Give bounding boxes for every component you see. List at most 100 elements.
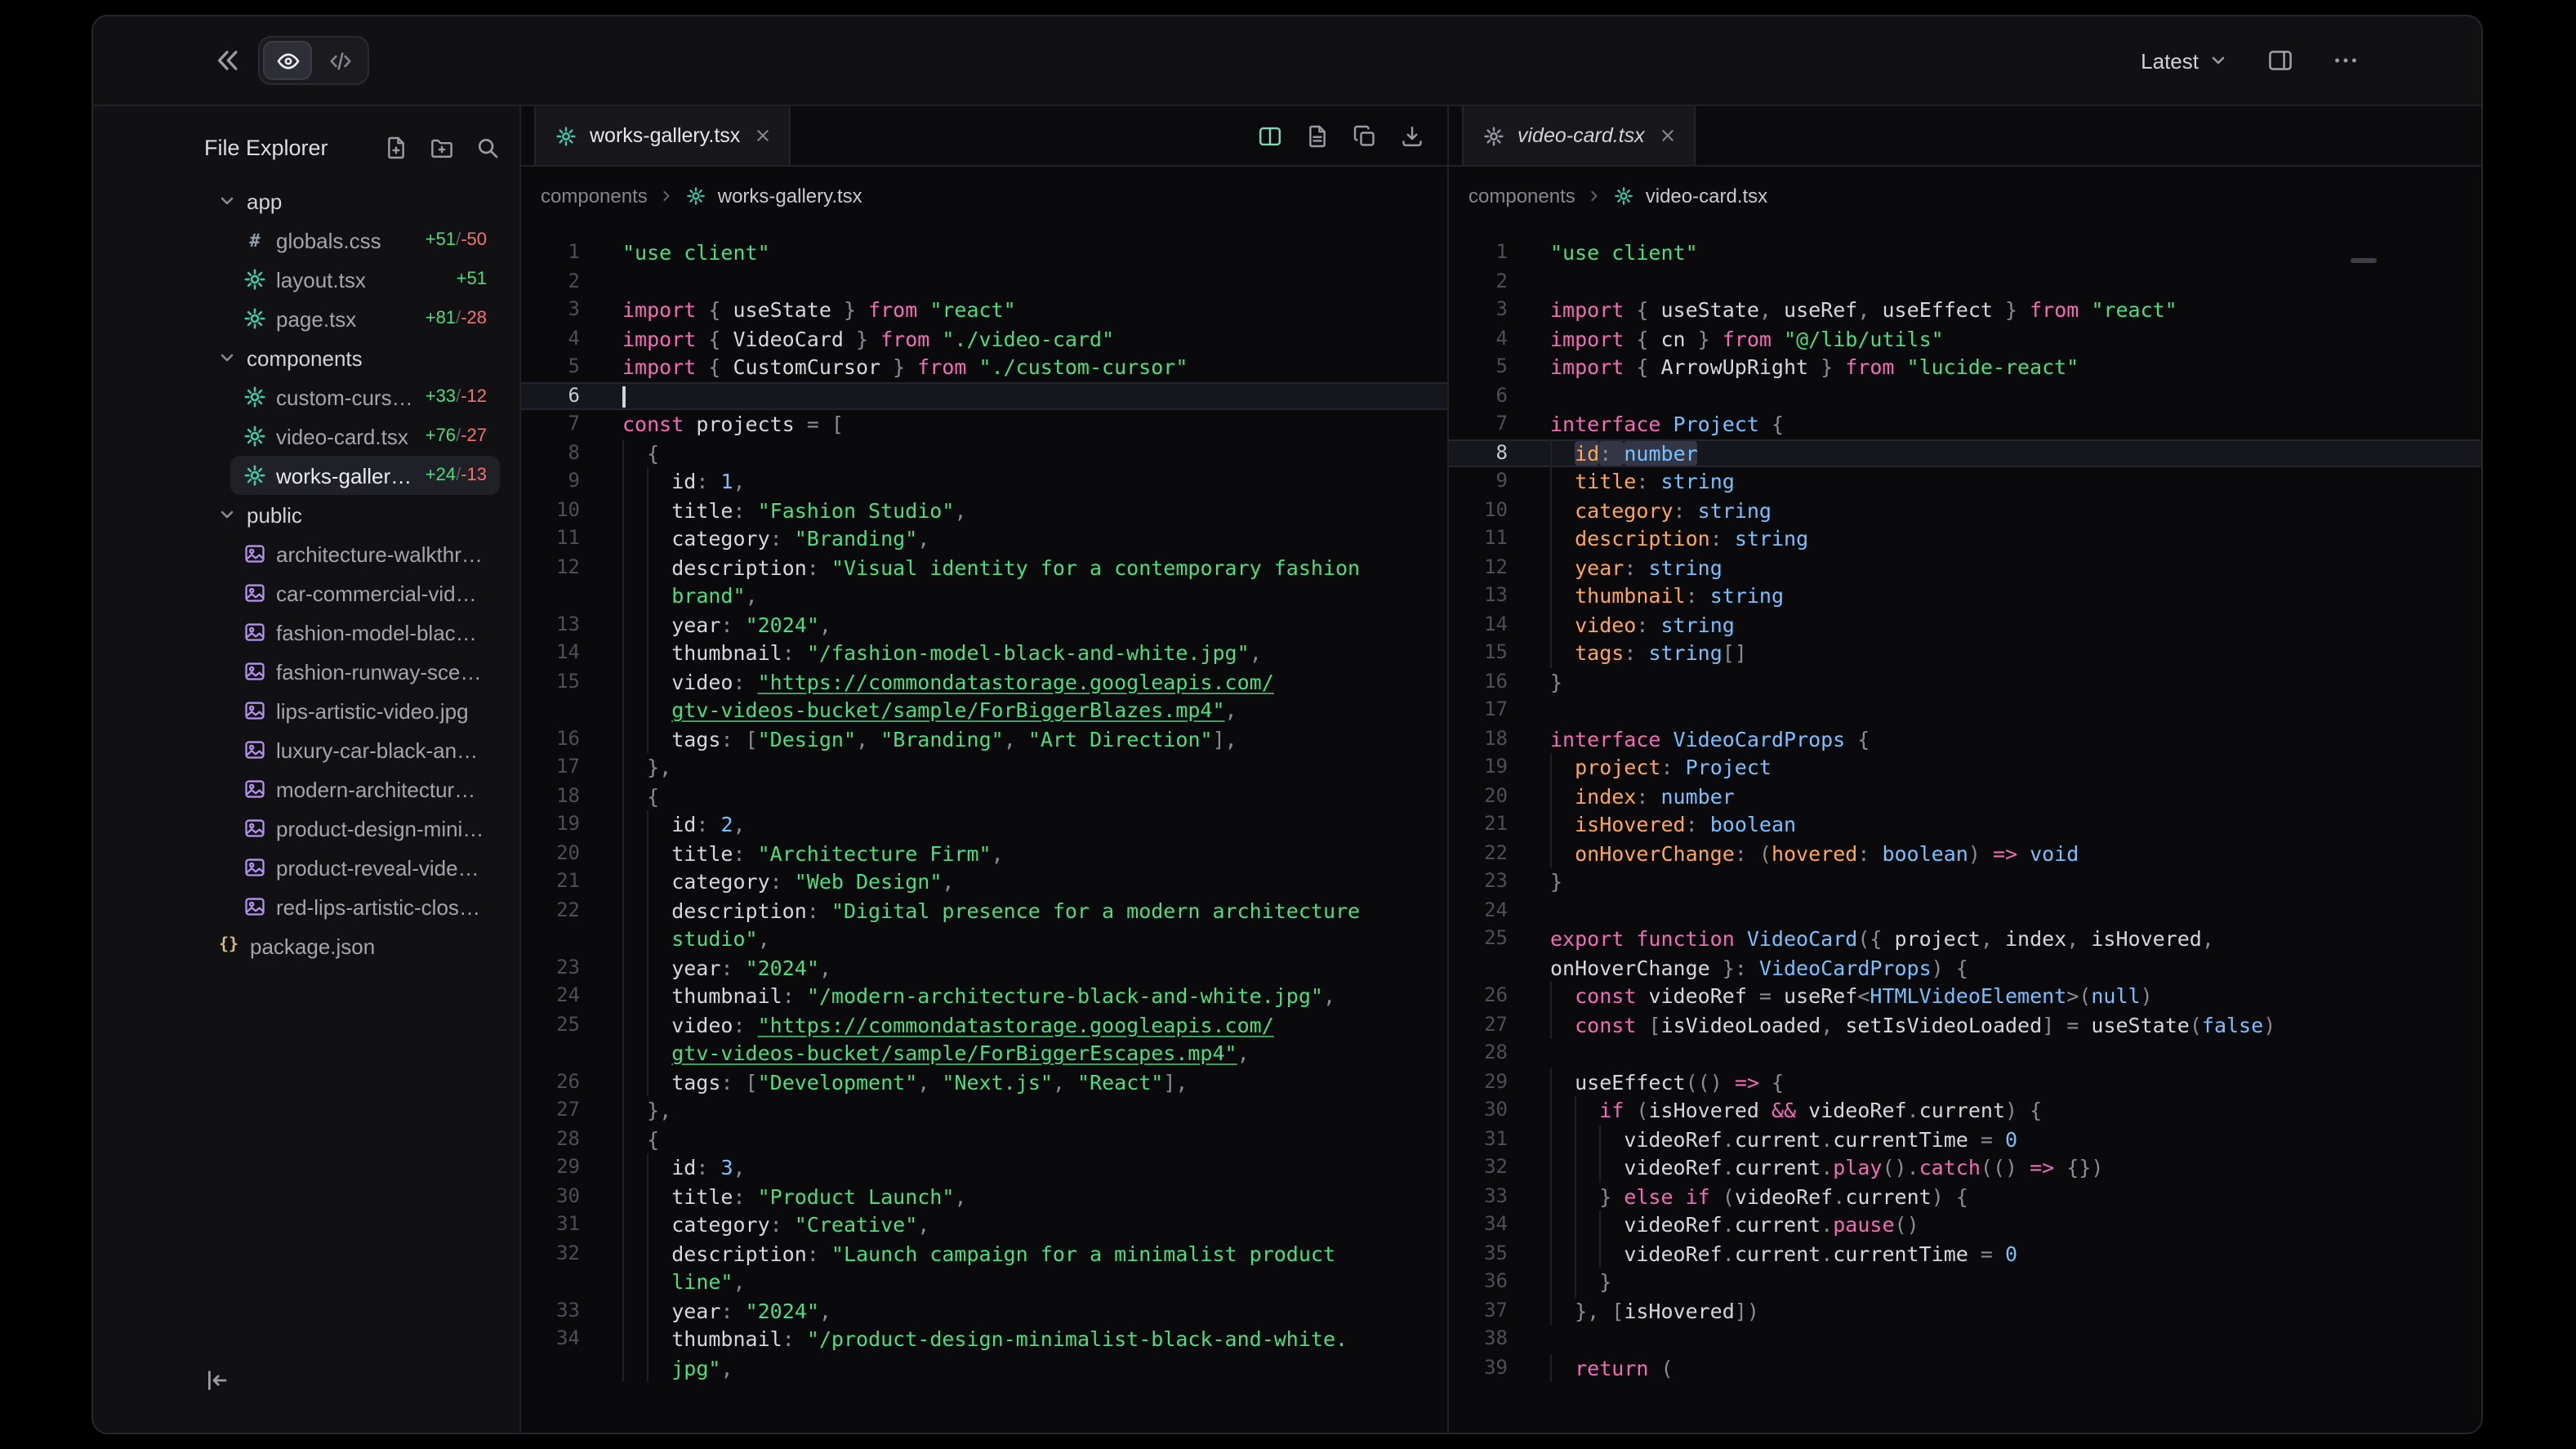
line-number[interactable]: 29 (521, 1153, 603, 1182)
breadcrumb-folder[interactable]: components (1468, 185, 1575, 207)
close-tab-button[interactable] (1658, 126, 1678, 145)
code-line[interactable]: 14 video: string (1449, 610, 2481, 639)
code-line[interactable]: 28 (1449, 1039, 2481, 1068)
code-line[interactable]: 12 description: "Visual identity for a c… (521, 553, 1447, 582)
code-line[interactable]: 3import { useState, useRef, useEffect } … (1449, 296, 2481, 324)
new-folder-button[interactable] (430, 135, 454, 159)
code-line[interactable]: 11 description: string (1449, 524, 2481, 553)
tree-item-layout.tsx[interactable]: layout.tsx+51 (230, 260, 500, 299)
tree-item-fashion-runway-scen[interactable]: fashion-runway-scen… (230, 652, 500, 691)
code-line[interactable]: 15 video: "https://commondatastorage.goo… (521, 667, 1447, 696)
code-line[interactable]: 35 videoRef.current.currentTime = 0 (1449, 1239, 2481, 1268)
line-number[interactable]: 17 (521, 753, 603, 782)
line-number[interactable]: 19 (521, 810, 603, 839)
line-number[interactable]: 8 (521, 439, 603, 467)
line-number[interactable]: 39 (1449, 1353, 1531, 1382)
line-number[interactable] (521, 925, 603, 953)
tree-item-architecture-walkthro[interactable]: architecture-walkthro… (230, 534, 500, 573)
collapse-sidebar-button[interactable] (204, 1367, 230, 1393)
tree-item-page.tsx[interactable]: page.tsx+81/-28 (230, 299, 500, 338)
code-line[interactable]: 30 title: "Product Launch", (521, 1182, 1447, 1210)
line-number[interactable]: 3 (521, 296, 603, 324)
code-editor-works-gallery[interactable]: 1"use client"23import { useState } from … (521, 225, 1447, 1433)
code-line[interactable]: 30 if (isHovered && videoRef.current) { (1449, 1096, 2481, 1125)
code-line[interactable]: 39 return ( (1449, 1353, 2481, 1382)
line-number[interactable]: 16 (521, 724, 603, 753)
line-number[interactable]: 38 (1449, 1325, 1531, 1353)
code-line[interactable]: 4import { cn } from "@/lib/utils" (1449, 324, 2481, 353)
breadcrumb-file[interactable]: works-gallery.tsx (718, 185, 862, 207)
line-number[interactable]: 13 (521, 610, 603, 639)
tree-item-fashion-model-black[interactable]: fashion-model-black-… (230, 613, 500, 652)
code-line[interactable]: 29 useEffect(() => { (1449, 1068, 2481, 1096)
code-line[interactable]: 24 (1449, 896, 2481, 925)
tree-item-globals.css[interactable]: #globals.css+51/-50 (230, 221, 500, 260)
line-number[interactable]: 24 (1449, 896, 1531, 925)
code-line[interactable]: gtv-videos-bucket/sample/ForBiggerEscape… (521, 1039, 1447, 1068)
line-number[interactable]: 9 (1449, 467, 1531, 496)
line-number[interactable]: 18 (1449, 724, 1531, 753)
code-line[interactable]: studio", (521, 925, 1447, 953)
open-file-button[interactable] (1305, 123, 1330, 148)
code-line[interactable]: 27 const [isVideoLoaded, setIsVideoLoade… (1449, 1010, 2481, 1039)
code-line[interactable]: line", (521, 1268, 1447, 1296)
line-number[interactable]: 25 (521, 1010, 603, 1039)
code-line[interactable]: 17 (1449, 696, 2481, 724)
version-dropdown[interactable]: Latest (2141, 48, 2228, 73)
code-line[interactable]: 34 thumbnail: "/product-design-minimalis… (521, 1325, 1447, 1353)
code-line[interactable]: 29 id: 3, (521, 1153, 1447, 1182)
collapse-panel-button[interactable] (212, 46, 242, 75)
code-line[interactable]: 36 } (1449, 1268, 2481, 1296)
code-line[interactable]: 2 (1449, 267, 2481, 296)
tree-item-works-galler[interactable]: works-galler…+24/-13 (230, 456, 500, 495)
line-number[interactable]: 14 (521, 639, 603, 667)
line-number[interactable]: 29 (1449, 1068, 1531, 1096)
line-number[interactable]: 25 (1449, 925, 1531, 953)
breadcrumb-folder[interactable]: components (541, 185, 648, 207)
code-line[interactable]: 23 year: "2024", (521, 953, 1447, 982)
code-line[interactable]: 22 onHoverChange: (hovered: boolean) => … (1449, 839, 2481, 867)
line-number[interactable]: 34 (521, 1325, 603, 1353)
code-line[interactable]: 9 id: 1, (521, 467, 1447, 496)
tree-item-product-reveal-video.j[interactable]: product-reveal-video.j… (230, 848, 500, 887)
code-line[interactable]: 12 year: string (1449, 553, 2481, 582)
tree-item-red-lips-artistic-close[interactable]: red-lips-artistic-close-… (230, 887, 500, 926)
line-number[interactable]: 19 (1449, 753, 1531, 782)
split-editor-button[interactable] (1258, 123, 1282, 148)
line-number[interactable]: 26 (1449, 982, 1531, 1010)
line-number[interactable]: 5 (521, 353, 603, 381)
line-number[interactable]: 7 (1449, 410, 1531, 439)
code-line[interactable]: 2 (521, 267, 1447, 296)
code-line[interactable]: 15 tags: string[] (1449, 639, 2481, 667)
line-number[interactable]: 23 (1449, 867, 1531, 896)
tree-item-luxury-car-black-and[interactable]: luxury-car-black-and-… (230, 730, 500, 769)
line-number[interactable]: 13 (1449, 582, 1531, 610)
tree-item-product-design-minim[interactable]: product-design-minim… (230, 809, 500, 848)
code-line[interactable]: 8 id: number (1449, 439, 2481, 467)
code-line[interactable]: 5import { ArrowUpRight } from "lucide-re… (1449, 353, 2481, 381)
line-number[interactable]: 1 (521, 239, 603, 267)
code-line[interactable]: jpg", (521, 1353, 1447, 1382)
code-line[interactable]: 20 title: "Architecture Firm", (521, 839, 1447, 867)
line-number[interactable]: 4 (521, 324, 603, 353)
line-number[interactable]: 34 (1449, 1210, 1531, 1239)
line-number[interactable]: 28 (1449, 1039, 1531, 1068)
line-number[interactable]: 5 (1449, 353, 1531, 381)
code-line[interactable]: 34 videoRef.current.pause() (1449, 1210, 2481, 1239)
line-number[interactable]: 6 (1449, 381, 1531, 410)
code-line[interactable]: 3import { useState } from "react" (521, 296, 1447, 324)
code-line[interactable]: 26 tags: ["Development", "Next.js", "Rea… (521, 1068, 1447, 1096)
line-number[interactable] (1449, 953, 1531, 982)
tree-item-package.json[interactable]: {}package.json (204, 926, 500, 965)
code-line[interactable]: 32 description: "Launch campaign for a m… (521, 1239, 1447, 1268)
tree-item-modern-architecture[interactable]: modern-architecture-… (230, 769, 500, 809)
code-toggle-button[interactable] (315, 41, 364, 80)
code-line[interactable]: 1"use client" (521, 239, 1447, 267)
tree-item-public[interactable]: public (204, 495, 500, 534)
code-line[interactable]: 33 } else if (videoRef.current) { (1449, 1182, 2481, 1210)
line-number[interactable]: 24 (521, 982, 603, 1010)
line-number[interactable]: 31 (1449, 1125, 1531, 1153)
line-number[interactable]: 35 (1449, 1239, 1531, 1268)
code-line[interactable]: 22 description: "Digital presence for a … (521, 896, 1447, 925)
line-number[interactable]: 17 (1449, 696, 1531, 724)
